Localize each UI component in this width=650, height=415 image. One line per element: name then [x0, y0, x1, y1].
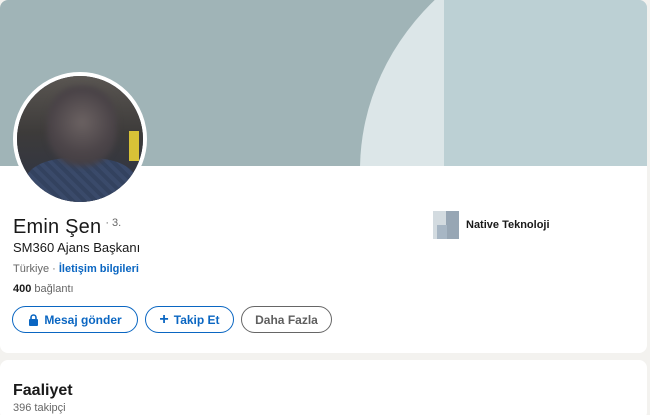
- activity-card: Faaliyet 396 takipçi: [0, 360, 647, 415]
- lock-icon: [28, 313, 39, 326]
- connection-degree: · 3.: [105, 217, 122, 229]
- contact-info-link[interactable]: İletişim bilgileri: [59, 263, 139, 275]
- message-button-label: Mesaj gönder: [44, 312, 122, 327]
- profile-avatar[interactable]: [13, 72, 147, 206]
- profile-headline: SM360 Ajans Başkanı: [13, 240, 141, 255]
- connections-label: bağlantı: [31, 283, 74, 295]
- avatar-detail: [129, 131, 139, 161]
- location-row: Türkiye · İletişim bilgileri: [13, 263, 139, 275]
- current-company[interactable]: Native Teknoloji: [433, 211, 550, 239]
- follow-button-label: Takip Et: [173, 312, 220, 327]
- profile-card: Emin Şen · 3. SM360 Ajans Başkanı Türkiy…: [0, 0, 647, 353]
- message-button[interactable]: Mesaj gönder: [12, 306, 138, 333]
- follow-button[interactable]: + Takip Et: [145, 306, 234, 333]
- profile-location: Türkiye ·: [13, 263, 59, 275]
- follower-count: 396 takipçi: [13, 402, 66, 414]
- company-name: Native Teknoloji: [466, 219, 550, 231]
- plus-icon: +: [159, 310, 169, 328]
- more-button[interactable]: Daha Fazla: [241, 306, 332, 333]
- company-logo-icon: [433, 211, 459, 239]
- activity-title: Faaliyet: [13, 382, 73, 399]
- more-button-label: Daha Fazla: [255, 312, 318, 327]
- cover-panel-shape: [444, 0, 647, 166]
- avatar-face-blurred: [47, 86, 117, 166]
- name-row: Emin Şen · 3.: [13, 216, 121, 239]
- connections-number: 400: [13, 283, 32, 295]
- connections-count: 400 bağlantı: [13, 283, 74, 295]
- profile-name: Emin Şen: [13, 216, 102, 238]
